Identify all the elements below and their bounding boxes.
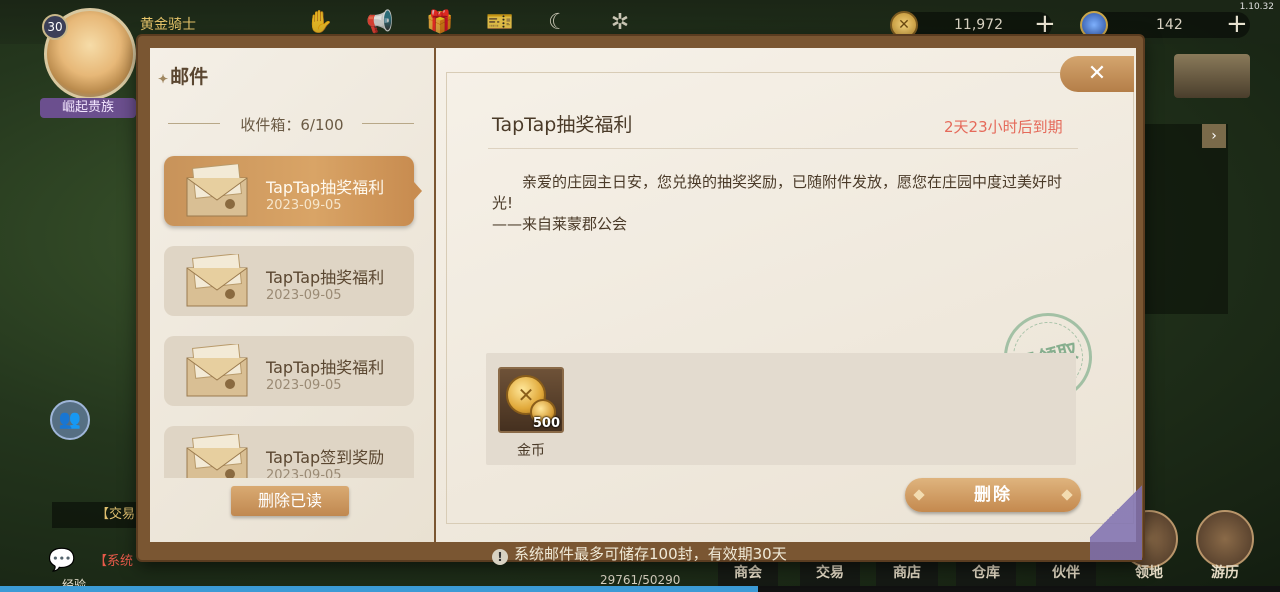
player-title: 黄金骑士 (140, 17, 196, 33)
attachment-name: 金币 (517, 443, 545, 459)
menu-territory[interactable]: 领地 (1120, 560, 1178, 586)
mail-expire-text: 2天23小时后到期 (944, 118, 1063, 136)
hand-icon[interactable]: ✋ (302, 8, 338, 38)
mail-item[interactable]: TapTap抽奖福利 2023-09-05 (164, 336, 414, 406)
delete-button[interactable]: 删除 (905, 478, 1081, 512)
side-task-panel (1130, 124, 1228, 314)
coin-amount: 11,972 (954, 17, 1003, 33)
envelope-icon (186, 254, 248, 307)
mail-body-paragraph: 亲爱的庄园主日安，您兑换的抽奖奖励，已随附件发放，愿您在庄园中度过美好时光! (492, 173, 1063, 212)
compass-icon[interactable]: ✲ (602, 8, 638, 38)
gem-icon (1080, 11, 1108, 39)
mail-list[interactable]: TapTap抽奖福利 2023-09-05 TapTap抽奖福利 2023-09… (150, 148, 434, 478)
attachment-quantity: 500 (532, 416, 560, 431)
close-button[interactable]: ✕ (1060, 56, 1134, 92)
chat-trade-strip[interactable]: 【交易 (52, 502, 142, 528)
envelope-icon (186, 164, 248, 217)
close-icon: ✕ (1087, 61, 1107, 86)
corner-ribbon (1090, 462, 1142, 560)
mail-item-title: TapTap抽奖福利 (266, 268, 385, 287)
mail-item-title: TapTap签到奖励 (266, 448, 385, 467)
mail-heading: TapTap抽奖福利 (492, 114, 633, 136)
mail-item[interactable]: TapTap抽奖福利 2023-09-05 (164, 246, 414, 316)
gem-amount: 142 (1156, 17, 1183, 33)
mail-item-date: 2023-09-05 (266, 468, 342, 478)
version-label: 1.10.32 (1239, 2, 1274, 12)
mail-item-date: 2023-09-05 (266, 378, 342, 393)
inbox-count: 收件箱：6/100 (240, 116, 344, 134)
mail-item-title: TapTap抽奖福利 (266, 178, 385, 197)
mail-item-date: 2023-09-05 (266, 288, 342, 303)
mail-item[interactable]: TapTap抽奖福利 2023-09-05 (164, 156, 422, 226)
info-icon: ! (492, 549, 508, 565)
side-panel-arrow-icon[interactable]: › (1202, 124, 1226, 148)
mail-divider (488, 148, 1078, 149)
inbox-divider-right (362, 123, 414, 124)
delete-read-button[interactable]: 删除已读 (231, 486, 349, 516)
moon-icon[interactable]: ☾ (540, 8, 576, 38)
menu-partner[interactable]: 伙伴 (1036, 560, 1096, 586)
envelope-icon (186, 344, 248, 397)
mail-body-signature: ——来自莱蒙郡公会 (492, 215, 628, 233)
menu-shop[interactable]: 商店 (876, 560, 938, 586)
chat-bubble-icon[interactable]: 💬 (48, 548, 88, 574)
mail-body: 亲爱的庄园主日安，您兑换的抽奖奖励，已随附件发放，愿您在庄园中度过美好时光! —… (492, 172, 1072, 235)
mail-item-title: TapTap抽奖福利 (266, 358, 385, 377)
player-level-badge: 30 (42, 14, 68, 40)
megaphone-icon[interactable]: 📢 (362, 8, 398, 38)
envelope-icon (186, 434, 248, 478)
exp-value: 29761/50290 (600, 573, 681, 587)
ticket-icon[interactable]: 🎫 (482, 8, 518, 38)
add-coins-button[interactable]: + (1034, 11, 1056, 37)
attachment-area (486, 353, 1076, 465)
coin-icon: ✕ (890, 11, 918, 39)
menu-travel[interactable]: 游历 (1196, 560, 1254, 586)
mail-notice: ! 系统邮件最多可储存100封，有效期30天 (480, 542, 820, 566)
gem-counter: 142 (1080, 11, 1250, 39)
mail-panel-title: 邮件 (158, 62, 208, 89)
friends-icon[interactable]: 👥 (50, 400, 90, 440)
coin-counter: ✕ 11,972 (890, 11, 1052, 39)
attachment-item[interactable]: ✕ 500 (498, 367, 564, 433)
mail-item[interactable]: TapTap签到奖励 2023-09-05 (164, 426, 414, 478)
mail-notice-text: 系统邮件最多可储存100封，有效期30天 (514, 545, 787, 563)
menu-warehouse[interactable]: 仓库 (956, 560, 1016, 586)
mail-item-date: 2023-09-05 (266, 198, 342, 213)
exp-bar-fill (0, 586, 758, 592)
player-nobility-badge: 崛起贵族 (40, 98, 136, 118)
chat-system-channel: 【系统 (94, 554, 134, 569)
gift-icon[interactable]: 🎁 (422, 8, 458, 38)
add-gems-button[interactable]: + (1226, 11, 1248, 37)
npc-portrait[interactable] (1174, 54, 1250, 98)
